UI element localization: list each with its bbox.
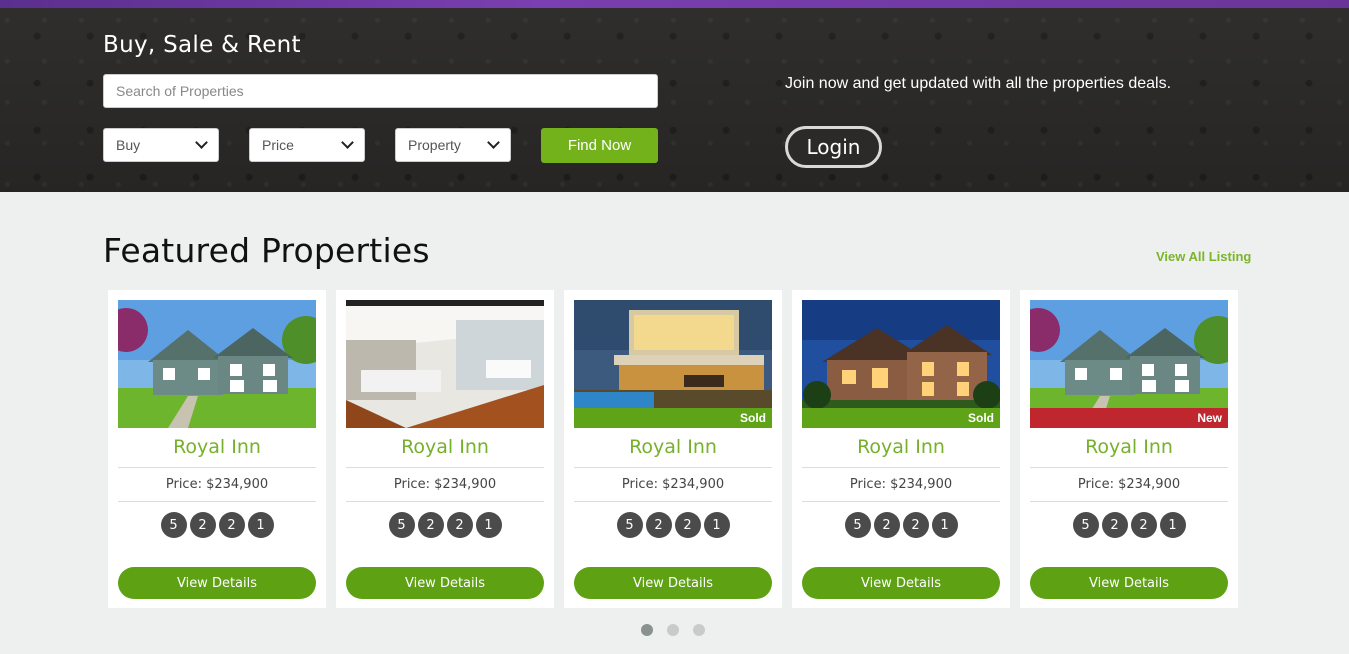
feature-count: 1 (1159, 512, 1186, 538)
divider (346, 501, 544, 502)
carousel-dots (641, 624, 705, 636)
chevron-down-icon (487, 136, 500, 149)
property-features: 5221 (346, 512, 544, 538)
property-card: Sold Royal Inn Price: $234,900 5221 View… (564, 290, 782, 608)
house-day-icon (118, 300, 316, 428)
feature-count: 2 (1130, 512, 1157, 538)
property-photo[interactable]: Sold (574, 300, 772, 428)
top-strip (0, 0, 1349, 8)
carousel-dot-2[interactable] (667, 624, 679, 636)
feature-count: 2 (873, 512, 900, 538)
feature-count: 1 (475, 512, 502, 538)
feature-count: 2 (1101, 512, 1128, 538)
property-price: Price: $234,900 (849, 477, 953, 492)
property-price: Price: $234,900 (393, 477, 497, 492)
price-select-value: Price (262, 137, 294, 153)
hero-banner: Buy, Sale & Rent Buy Price Property Find… (0, 8, 1349, 192)
feature-count: 2 (218, 512, 245, 538)
property-price: Price: $234,900 (621, 477, 725, 492)
buy-select[interactable]: Buy (103, 128, 219, 162)
feature-count: 5 (616, 512, 643, 538)
view-all-listing-link[interactable]: View All Listing (1156, 249, 1251, 264)
status-badge: Sold (802, 408, 1000, 428)
feature-count: 1 (247, 512, 274, 538)
buy-select-value: Buy (116, 137, 141, 153)
join-text: Join now and get updated with all the pr… (785, 75, 1172, 92)
interior-icon (346, 300, 544, 428)
feature-count: 1 (931, 512, 958, 538)
property-select[interactable]: Property (395, 128, 511, 162)
property-name[interactable]: Royal Inn (346, 436, 544, 458)
divider (802, 467, 1000, 468)
price-select[interactable]: Price (249, 128, 365, 162)
property-price: Price: $234,900 (1077, 477, 1181, 492)
feature-count: 5 (1072, 512, 1099, 538)
feature-count: 2 (189, 512, 216, 538)
status-badge: Sold (574, 408, 772, 428)
property-name[interactable]: Royal Inn (1030, 436, 1228, 458)
feature-count: 5 (844, 512, 871, 538)
divider (574, 467, 772, 468)
property-features: 5221 (1030, 512, 1228, 538)
property-card: Royal Inn Price: $234,900 5221 View Deta… (336, 290, 554, 608)
property-price: Price: $234,900 (165, 477, 269, 492)
feature-count: 2 (902, 512, 929, 538)
property-features: 5221 (802, 512, 1000, 538)
property-card: Royal Inn Price: $234,900 5221 View Deta… (108, 290, 326, 608)
feature-count: 2 (417, 512, 444, 538)
property-features: 5221 (574, 512, 772, 538)
feature-count: 2 (674, 512, 701, 538)
view-details-button[interactable]: View Details (574, 567, 772, 599)
divider (574, 501, 772, 502)
divider (346, 467, 544, 468)
property-select-value: Property (408, 137, 461, 153)
feature-count: 1 (703, 512, 730, 538)
property-photo[interactable] (346, 300, 544, 428)
featured-title: Featured Properties (103, 231, 430, 270)
chevron-down-icon (195, 136, 208, 149)
divider (118, 467, 316, 468)
divider (1030, 467, 1228, 468)
hero-title: Buy, Sale & Rent (103, 32, 301, 58)
property-photo[interactable] (118, 300, 316, 428)
divider (118, 501, 316, 502)
feature-count: 2 (446, 512, 473, 538)
feature-count: 5 (388, 512, 415, 538)
property-photo[interactable]: Sold (802, 300, 1000, 428)
feature-count: 5 (160, 512, 187, 538)
divider (1030, 501, 1228, 502)
carousel-dot-3[interactable] (693, 624, 705, 636)
property-name[interactable]: Royal Inn (574, 436, 772, 458)
status-badge: New (1030, 408, 1228, 428)
view-details-button[interactable]: View Details (118, 567, 316, 599)
find-now-button[interactable]: Find Now (541, 128, 658, 163)
search-input[interactable] (103, 74, 658, 108)
feature-count: 2 (645, 512, 672, 538)
property-name[interactable]: Royal Inn (118, 436, 316, 458)
property-card: New Royal Inn Price: $234,900 5221 View … (1020, 290, 1238, 608)
property-card: Sold Royal Inn Price: $234,900 5221 View… (792, 290, 1010, 608)
view-details-button[interactable]: View Details (346, 567, 544, 599)
view-details-button[interactable]: View Details (802, 567, 1000, 599)
carousel-dot-1[interactable] (641, 624, 653, 636)
property-name[interactable]: Royal Inn (802, 436, 1000, 458)
divider (802, 501, 1000, 502)
chevron-down-icon (341, 136, 354, 149)
property-features: 5221 (118, 512, 316, 538)
property-photo[interactable]: New (1030, 300, 1228, 428)
login-button[interactable]: Login (785, 126, 882, 168)
view-details-button[interactable]: View Details (1030, 567, 1228, 599)
